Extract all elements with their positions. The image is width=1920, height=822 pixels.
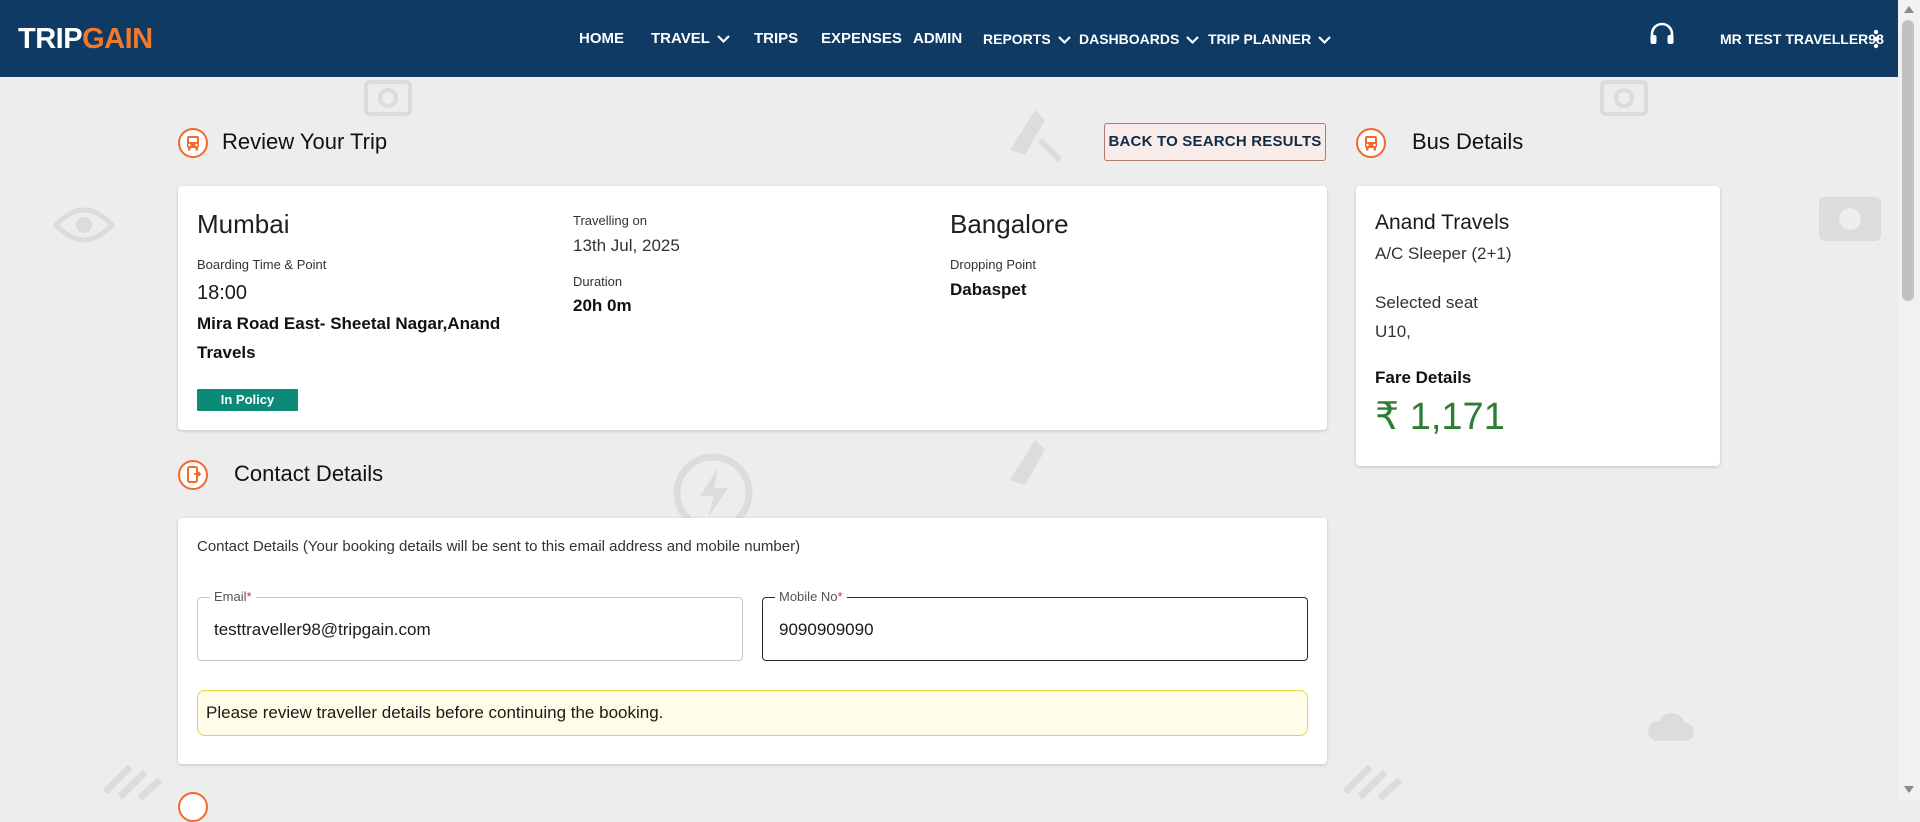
chevron-down-icon [717,35,730,44]
nav-trips-label: TRIPS [754,30,799,47]
kebab-menu-icon[interactable] [1873,29,1879,49]
review-traveller-notice: Please review traveller details before c… [197,690,1308,736]
origin-city: Mumbai [197,209,290,239]
chevron-down-icon [1318,36,1331,45]
top-navigation-bar: TRIPGAIN HOME TRAVEL TRIPS EXPENSES ADMI… [0,0,1898,77]
watermark-sun-icon [1342,764,1403,800]
bus-icon [1356,128,1386,158]
tripgain-logo[interactable]: TRIPGAIN [18,22,153,56]
bus-icon [178,128,208,158]
boarding-label: Boarding Time & Point [197,257,327,272]
scroll-down-arrow-icon[interactable] [1904,786,1914,793]
destination-city: Bangalore [950,209,1069,239]
mobile-field-label: Mobile No* [775,589,847,605]
nav-home-label: HOME [579,30,624,47]
chevron-down-icon [1186,36,1200,45]
nav-admin[interactable]: ADMIN [913,28,962,50]
travel-date: 13th Jul, 2025 [573,236,680,255]
mobile-label-text: Mobile No [779,589,838,604]
headset-icon[interactable] [1647,20,1677,50]
nav-travel[interactable]: TRAVEL [651,28,731,50]
page-scrollbar[interactable] [1898,0,1920,800]
contact-description: Contact Details (Your booking details wi… [197,538,801,555]
trip-summary-card [178,186,1327,430]
user-name[interactable]: MR TEST TRAVELLER98 [1720,29,1884,49]
travelling-on-label: Travelling on [573,213,647,228]
nav-trip-planner[interactable]: TRIP PLANNER [1208,28,1332,50]
selected-seat-label: Selected seat [1375,293,1479,312]
bus-operator: Anand Travels [1375,211,1510,234]
watermark-cloud-icon [1647,713,1694,741]
email-label-text: Email [214,589,247,604]
review-trip-title: Review Your Trip [222,129,388,154]
nav-reports[interactable]: REPORTS [983,28,1072,50]
nav-dashboards[interactable]: DASHBOARDS [1079,28,1200,50]
watermark-eye-icon [52,207,116,243]
logo-text-gain: GAIN [82,23,153,55]
watermark-camera-icon [364,80,412,116]
email-field-label: Email* [210,589,256,605]
nav-dashboards-label: DASHBOARDS [1079,31,1180,47]
watermark-sun-icon [102,764,163,800]
dropping-point-value: Dabaspet [950,280,1027,299]
next-section-icon [178,792,208,822]
watermark-camera-icon [1600,80,1648,116]
nav-expenses-label: EXPENSES [821,30,902,47]
contact-phone-icon [178,460,208,490]
boarding-time: 18:00 [197,282,248,304]
watermark-flight-icon [1010,110,1063,163]
selected-seat-value: U10, [1375,322,1411,341]
boarding-point-line1: Mira Road East- Sheetal Nagar,Anand [197,314,501,333]
email-field: Email* [197,589,743,661]
dropping-point-label: Dropping Point [950,257,1036,272]
mobile-field: Mobile No* [762,589,1308,661]
nav-reports-label: REPORTS [983,31,1051,47]
watermark-camera-icon [1819,197,1881,241]
nav-home[interactable]: HOME [579,28,624,50]
required-mark: * [837,589,843,604]
fare-details-label: Fare Details [1375,368,1472,387]
nav-travel-label: TRAVEL [651,30,710,47]
in-policy-badge: In Policy [197,389,298,411]
logo-text-trip: TRIP [18,23,83,55]
mobile-input[interactable] [779,618,1279,642]
nav-admin-label: ADMIN [913,30,963,47]
nav-trip-planner-label: TRIP PLANNER [1208,31,1312,47]
nav-expenses[interactable]: EXPENSES [821,28,902,50]
fare-amount: ₹ 1,171 [1375,396,1505,438]
nav-trips[interactable]: TRIPS [754,28,798,50]
bus-type: A/C Sleeper (2+1) [1375,244,1512,263]
scroll-up-arrow-icon[interactable] [1904,6,1914,13]
duration-value: 20h 0m [573,296,632,315]
required-mark: * [246,589,252,604]
email-input[interactable] [214,618,714,642]
back-to-search-results-button[interactable]: BACK TO SEARCH RESULTS [1104,123,1326,161]
watermark-flight-icon [1010,440,1045,485]
contact-details-title: Contact Details [234,461,384,486]
boarding-point-line2: Travels [197,343,256,362]
chevron-down-icon [1057,36,1071,45]
bus-details-title: Bus Details [1412,129,1524,154]
scrollbar-thumb[interactable] [1902,20,1914,301]
duration-label: Duration [573,274,623,289]
